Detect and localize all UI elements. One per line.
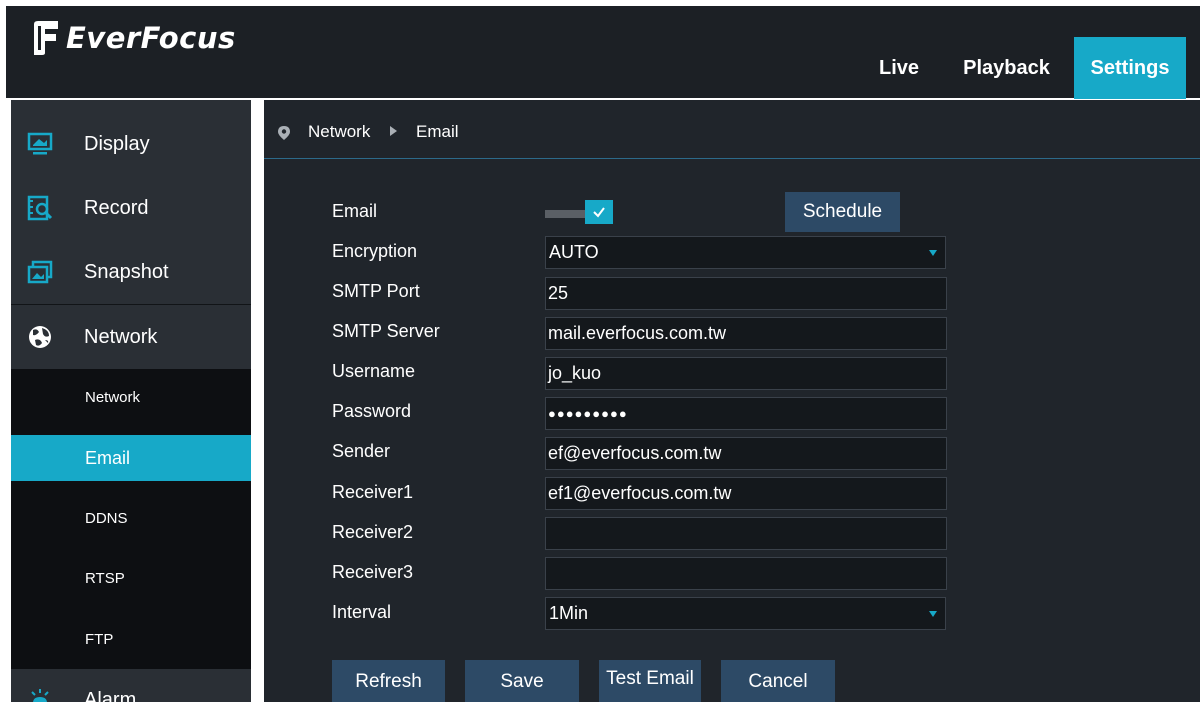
breadcrumb-email: Email <box>416 122 459 141</box>
network-submenu: Network Email DDNS RTSP FTP <box>11 369 251 669</box>
check-icon <box>593 207 605 218</box>
breadcrumb-network[interactable]: Network <box>308 122 370 142</box>
location-pin-icon <box>278 125 290 140</box>
email-settings-panel: Network Email Email Schedule Encryption … <box>264 100 1200 702</box>
alarm-icon <box>27 687 53 702</box>
password-input[interactable]: ●●●●●●●●● <box>545 397 947 430</box>
smtp-port-label: SMTP Port <box>332 281 420 301</box>
globe-icon <box>27 324 53 350</box>
breadcrumb: Network Email <box>264 100 1200 159</box>
sidebar-item-network[interactable]: Network <box>11 305 251 369</box>
sidebar-item-alarm[interactable]: Alarm <box>11 668 251 702</box>
receiver2-input[interactable] <box>545 517 947 550</box>
submenu-item-ddns[interactable]: DDNS <box>11 496 251 542</box>
sidebar-item-display[interactable]: Display <box>11 112 251 176</box>
smtp-port-input[interactable]: 25 <box>545 277 947 310</box>
snapshot-icon <box>27 259 53 285</box>
encryption-value: AUTO <box>549 242 599 262</box>
interval-label: Interval <box>332 602 392 622</box>
refresh-button[interactable]: Refresh <box>332 660 445 702</box>
nav-live[interactable]: Live <box>854 37 944 99</box>
sidebar-item-label: Display <box>84 132 150 155</box>
password-label: Password <box>332 401 412 421</box>
receiver1-input[interactable]: ef1@everfocus.com.tw <box>545 477 947 510</box>
submenu-item-label: FTP <box>85 631 114 648</box>
sidebar-item-label: Snapshot <box>84 260 169 283</box>
smtp-server-label: SMTP Server <box>332 321 440 341</box>
sidebar-item-record[interactable]: Record <box>11 176 251 240</box>
nav-settings[interactable]: Settings <box>1074 37 1186 99</box>
submenu-item-rtsp[interactable]: RTSP <box>11 556 251 602</box>
cancel-button[interactable]: Cancel <box>721 660 835 702</box>
encryption-select[interactable]: AUTO <box>545 236 946 269</box>
encryption-label: Encryption <box>332 241 418 261</box>
sender-label: Sender <box>332 441 391 461</box>
submenu-item-label: Network <box>85 389 141 406</box>
toggle-knob <box>585 200 613 224</box>
chevron-down-icon <box>929 611 937 617</box>
chevron-down-icon <box>929 250 937 256</box>
nav-playback[interactable]: Playback <box>944 37 1069 99</box>
submenu-item-ftp[interactable]: FTP <box>11 617 251 663</box>
sender-input[interactable]: ef@everfocus.com.tw <box>545 437 947 470</box>
breadcrumb-arrow-icon <box>390 126 397 136</box>
sidebar-item-label: Network <box>84 325 158 348</box>
everfocus-logo: EverFocus <box>32 18 236 58</box>
everfocus-logo-icon <box>32 20 62 56</box>
receiver2-label: Receiver2 <box>332 522 414 542</box>
brand-name: EverFocus <box>66 21 236 55</box>
monitor-icon <box>27 131 53 157</box>
username-input[interactable]: jo_kuo <box>545 357 947 390</box>
save-button[interactable]: Save <box>465 660 579 702</box>
record-search-icon <box>27 195 53 221</box>
submenu-item-label: DDNS <box>85 510 128 527</box>
test-email-button[interactable]: Test Email <box>599 660 701 702</box>
schedule-button[interactable]: Schedule <box>785 192 900 232</box>
interval-select[interactable]: 1Min <box>545 597 946 630</box>
email-enable-toggle[interactable] <box>545 200 613 226</box>
receiver3-input[interactable] <box>545 557 947 590</box>
sidebar-item-label: Record <box>84 196 149 219</box>
sidebar-item-label: Alarm <box>84 688 137 703</box>
email-label: Email <box>332 201 378 221</box>
receiver3-label: Receiver3 <box>332 562 414 582</box>
submenu-item-label: Email <box>85 448 131 468</box>
receiver1-label: Receiver1 <box>332 482 414 502</box>
top-header: EverFocus Live Playback Settings <box>6 6 1200 99</box>
submenu-item-network[interactable]: Network <box>11 375 251 421</box>
smtp-server-input[interactable]: mail.everfocus.com.tw <box>545 317 947 350</box>
interval-value: 1Min <box>549 603 589 623</box>
sidebar: Display Record Snapshot Network Network … <box>11 100 251 702</box>
username-label: Username <box>332 361 416 381</box>
sidebar-item-snapshot[interactable]: Snapshot <box>11 240 251 304</box>
submenu-item-label: RTSP <box>85 570 125 587</box>
submenu-item-email[interactable]: Email <box>11 435 251 481</box>
